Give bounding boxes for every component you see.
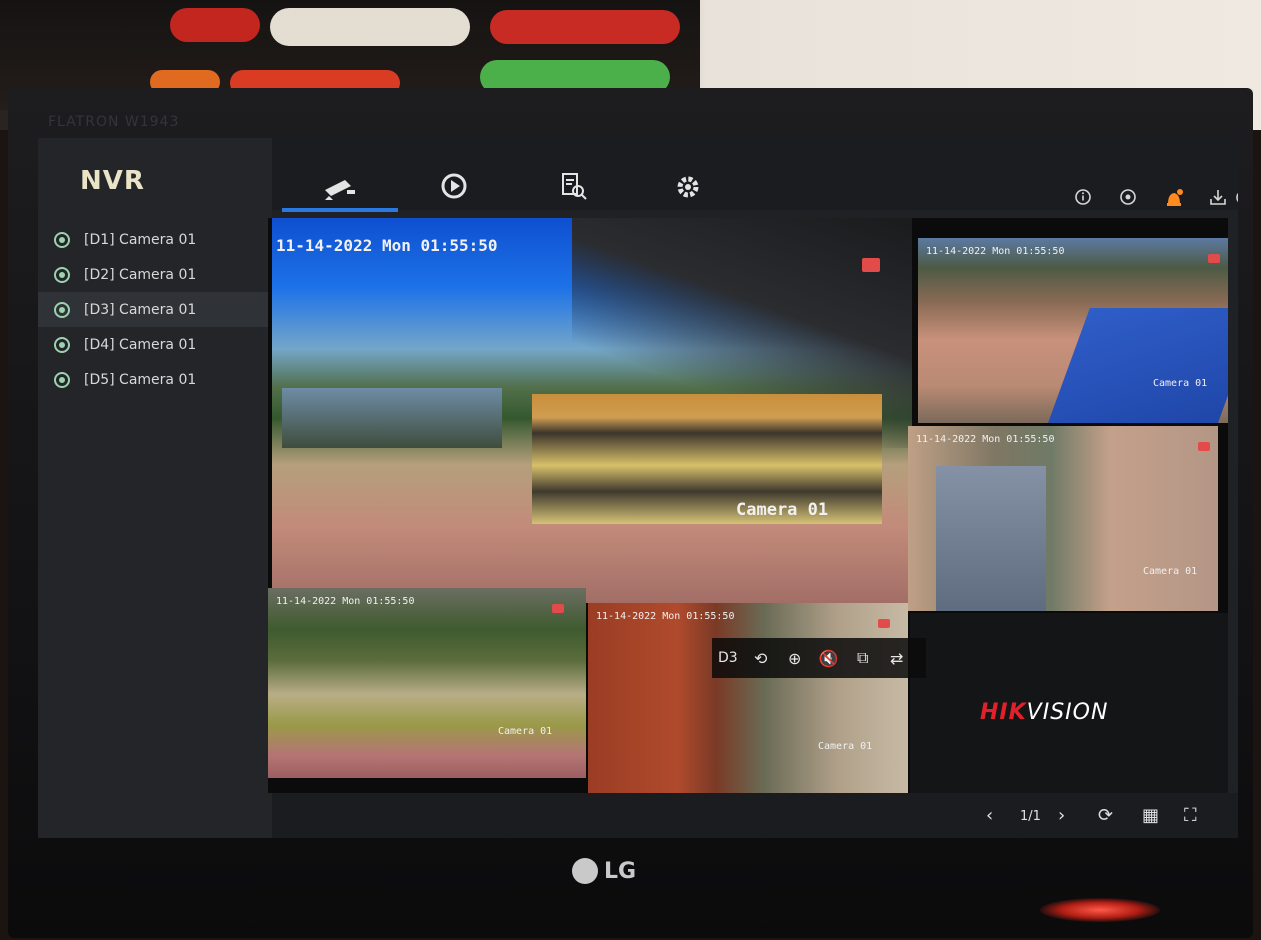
camera-list-item-active[interactable]: [D3] Camera 01 (38, 292, 272, 327)
mute-icon[interactable]: 🔇 (812, 649, 846, 668)
camera-item-label: [D2] Camera 01 (84, 266, 197, 283)
recording-icon (1208, 254, 1220, 263)
hikvision-logo: HIKVISION (980, 700, 1109, 725)
camera-online-icon (54, 371, 70, 388)
camera-icon[interactable] (320, 172, 360, 212)
nvr-screen: NVR [D1] Camera 01 [D2] Camera 01 [D3] C… (38, 138, 1238, 838)
camera-online-icon (54, 336, 70, 353)
camera-item-label: [D3] Camera 01 (84, 301, 197, 318)
tile-timestamp: 11-14-2022 Mon 01:55:50 (926, 246, 1065, 257)
tile-timestamp: 11-14-2022 Mon 01:55:50 (596, 611, 735, 622)
download-icon[interactable] (1204, 188, 1232, 211)
channel-label: D3 (718, 650, 738, 666)
camera-list-item[interactable]: [D4] Camera 01 (38, 327, 272, 362)
camera-tile-mid-right[interactable]: 11-14-2022 Mon 01:55:50 Camera 01 (908, 426, 1218, 611)
power-led-glow (1040, 898, 1160, 922)
ptz-icon[interactable]: ⧉ (846, 648, 880, 668)
recording-icon (1198, 442, 1210, 451)
camera-list-item[interactable]: [D5] Camera 01 (38, 362, 272, 397)
camera-tile-top-right[interactable]: 11-14-2022 Mon 01:55:50 Camera 01 (918, 238, 1228, 423)
prev-page-icon[interactable]: ‹ (986, 805, 993, 826)
power-icon[interactable] (1234, 188, 1238, 211)
camera-online-icon (54, 266, 70, 283)
tile-timestamp: 11-14-2022 Mon 01:55:50 (276, 596, 415, 607)
lg-logo: LG (572, 858, 636, 884)
camera-item-label: [D5] Camera 01 (84, 371, 197, 388)
tile-camera-label: Camera 01 (1153, 378, 1208, 389)
camera-tile-bottom-left[interactable]: 11-14-2022 Mon 01:55:50 Camera 01 (268, 588, 586, 778)
playback-icon[interactable] (434, 172, 474, 212)
tile-camera-label: Camera 01 (736, 500, 829, 520)
layout-icon[interactable]: ▦ (1142, 805, 1159, 826)
alarm-icon[interactable] (1160, 188, 1188, 215)
instant-playback-icon[interactable]: ⟲ (744, 649, 778, 668)
nvr-logo: NVR (80, 166, 145, 196)
camera-tile-bottom-mid[interactable]: 11-14-2022 Mon 01:55:50 Camera 01 (588, 603, 908, 793)
camera-tile-main[interactable]: 11-14-2022 Mon 01:55:50 Camera 01 (272, 218, 912, 603)
camera-list-item[interactable]: [D2] Camera 01 (38, 257, 272, 292)
recording-icon (878, 619, 890, 628)
zoom-icon[interactable]: ⊕ (778, 649, 812, 668)
tile-camera-label: Camera 01 (498, 726, 553, 737)
lg-circle-icon (572, 858, 598, 884)
tile-overlay-toolbar: D3 ⟲ ⊕ 🔇 ⧉ ⇄ (712, 638, 926, 678)
camera-online-icon (54, 301, 70, 318)
fullscreen-icon[interactable]: ⛶ (1184, 805, 1197, 826)
monitor-brand-text: FLATRON W1943 (48, 114, 180, 130)
active-tab-indicator (282, 208, 398, 212)
top-toolbar (272, 138, 1238, 212)
file-search-icon[interactable] (554, 172, 594, 212)
info-icon[interactable] (1069, 188, 1097, 211)
sidebar: NVR [D1] Camera 01 [D2] Camera 01 [D3] C… (38, 138, 272, 838)
page-indicator: 1/1 (1020, 809, 1041, 824)
camera-online-icon (54, 231, 70, 248)
recording-icon (552, 604, 564, 613)
auto-switch-icon[interactable]: ⟳ (1098, 805, 1113, 826)
recording-icon (862, 258, 880, 272)
record-icon[interactable] (1114, 188, 1142, 211)
tile-timestamp: 11-14-2022 Mon 01:55:50 (916, 434, 1055, 445)
next-page-icon[interactable]: › (1058, 805, 1065, 826)
tile-camera-label: Camera 01 (818, 741, 873, 752)
camera-list: [D1] Camera 01 [D2] Camera 01 [D3] Camer… (38, 222, 272, 397)
camera-list-item[interactable]: [D1] Camera 01 (38, 222, 272, 257)
tile-camera-label: Camera 01 (1143, 566, 1198, 577)
gear-icon[interactable] (668, 172, 708, 212)
switch-stream-icon[interactable]: ⇄ (880, 649, 914, 668)
camera-item-label: [D4] Camera 01 (84, 336, 197, 353)
camera-item-label: [D1] Camera 01 (84, 231, 197, 248)
tile-timestamp: 11-14-2022 Mon 01:55:50 (276, 236, 498, 255)
bottom-toolbar: ‹ 1/1 › ⟳ ▦ ⛶ (272, 793, 1238, 838)
